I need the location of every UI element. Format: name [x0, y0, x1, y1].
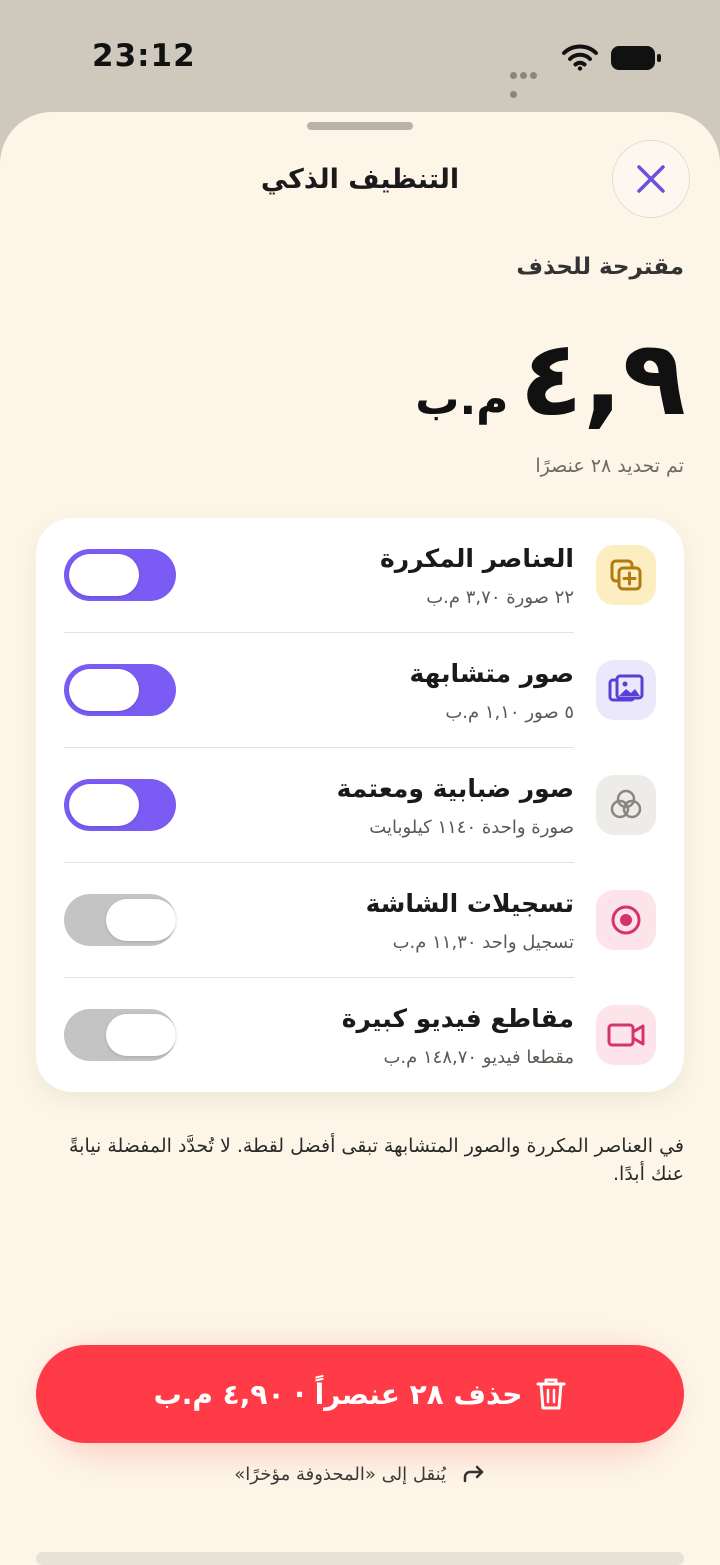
moved-note-text: يُنقل إلى «المحذوفة مؤخرًا» [234, 1464, 447, 1485]
total-size-unit: م.ب [415, 374, 509, 425]
suggested-label: مقترحة للحذف [516, 254, 684, 280]
photos-icon [608, 674, 644, 702]
status-time: 23:12 [92, 38, 196, 74]
category-title: مقاطع فيديو كبيرة [341, 1004, 574, 1033]
toggle-duplicates[interactable] [64, 549, 176, 601]
category-row-blurry[interactable]: صور ضبابية ومعتمة صورة واحدة ١١٤٠ كيلوبا… [36, 748, 684, 863]
items-identified: تم تحديد ٢٨ عنصرًا [535, 455, 684, 477]
trash-icon [536, 1378, 566, 1410]
video-icon-box [596, 1005, 656, 1065]
bottom-strip [36, 1552, 684, 1565]
record-icon [611, 905, 641, 935]
blur-circles-icon [610, 789, 642, 819]
category-row-duplicates[interactable]: العناصر المكررة ٢٢ صورة ٣,٧٠ م.ب [36, 518, 684, 633]
category-title: العناصر المكررة [379, 544, 574, 573]
toggle-similar[interactable] [64, 664, 176, 716]
total-size-value: ٤,٩ [519, 317, 686, 439]
total-size: ٤,٩ م.ب [415, 317, 686, 439]
sheet-grabber[interactable] [307, 122, 413, 130]
category-title: صور ضبابية ومعتمة [336, 774, 574, 803]
delete-button[interactable]: حذف ٢٨ عنصراً · ٤,٩٠ م.ب [36, 1345, 684, 1443]
toggle-large-videos[interactable] [64, 1009, 176, 1061]
footnote: في العناصر المكررة والصور المتشابهة تبقى… [69, 1135, 684, 1185]
status-bar: 23:12 [0, 0, 720, 110]
duplicate-icon-box [596, 545, 656, 605]
moved-to-recently-deleted-note: يُنقل إلى «المحذوفة مؤخرًا» [0, 1464, 720, 1485]
category-subtitle: تسجيل واحد ١١,٣٠ م.ب [392, 932, 574, 953]
close-button[interactable] [612, 140, 690, 218]
category-title: تسجيلات الشاشة [365, 889, 574, 918]
record-icon-box [596, 890, 656, 950]
redirect-arrow-icon [463, 1465, 483, 1483]
category-subtitle: ٥ صور ١,١٠ م.ب [445, 702, 574, 723]
category-subtitle: ٢٢ صورة ٣,٧٠ م.ب [426, 587, 574, 608]
category-row-screen-recordings[interactable]: تسجيلات الشاشة تسجيل واحد ١١,٣٠ م.ب [36, 863, 684, 978]
wifi-icon [562, 44, 598, 71]
battery-icon [611, 46, 661, 70]
video-icon [607, 1023, 645, 1047]
delete-button-label: حذف ٢٨ عنصراً · ٤,٩٠ م.ب [153, 1377, 523, 1411]
photos-icon-box [596, 660, 656, 720]
category-title: صور متشابهة [409, 659, 575, 688]
blur-icon-box [596, 775, 656, 835]
close-icon [637, 165, 665, 193]
category-subtitle: مقطعا فيديو ١٤٨,٧٠ م.ب [383, 1047, 574, 1068]
category-subtitle: صورة واحدة ١١٤٠ كيلوبايت [369, 817, 574, 838]
category-row-similar[interactable]: صور متشابهة ٥ صور ١,١٠ م.ب [36, 633, 684, 748]
toggle-screen-recordings[interactable] [64, 894, 176, 946]
categories-card: العناصر المكررة ٢٢ صورة ٣,٧٠ م.ب صور متش… [36, 518, 684, 1092]
signal-dots-icon [510, 64, 548, 98]
smart-cleanup-sheet: التنظيف الذكي مقترحة للحذف ٤,٩ م.ب تم تح… [0, 112, 720, 1565]
page-title: التنظيف الذكي [260, 164, 460, 195]
category-row-large-videos[interactable]: مقاطع فيديو كبيرة مقطعا فيديو ١٤٨,٧٠ م.ب [36, 978, 684, 1093]
toggle-blurry[interactable] [64, 779, 176, 831]
duplicate-icon [610, 559, 642, 591]
